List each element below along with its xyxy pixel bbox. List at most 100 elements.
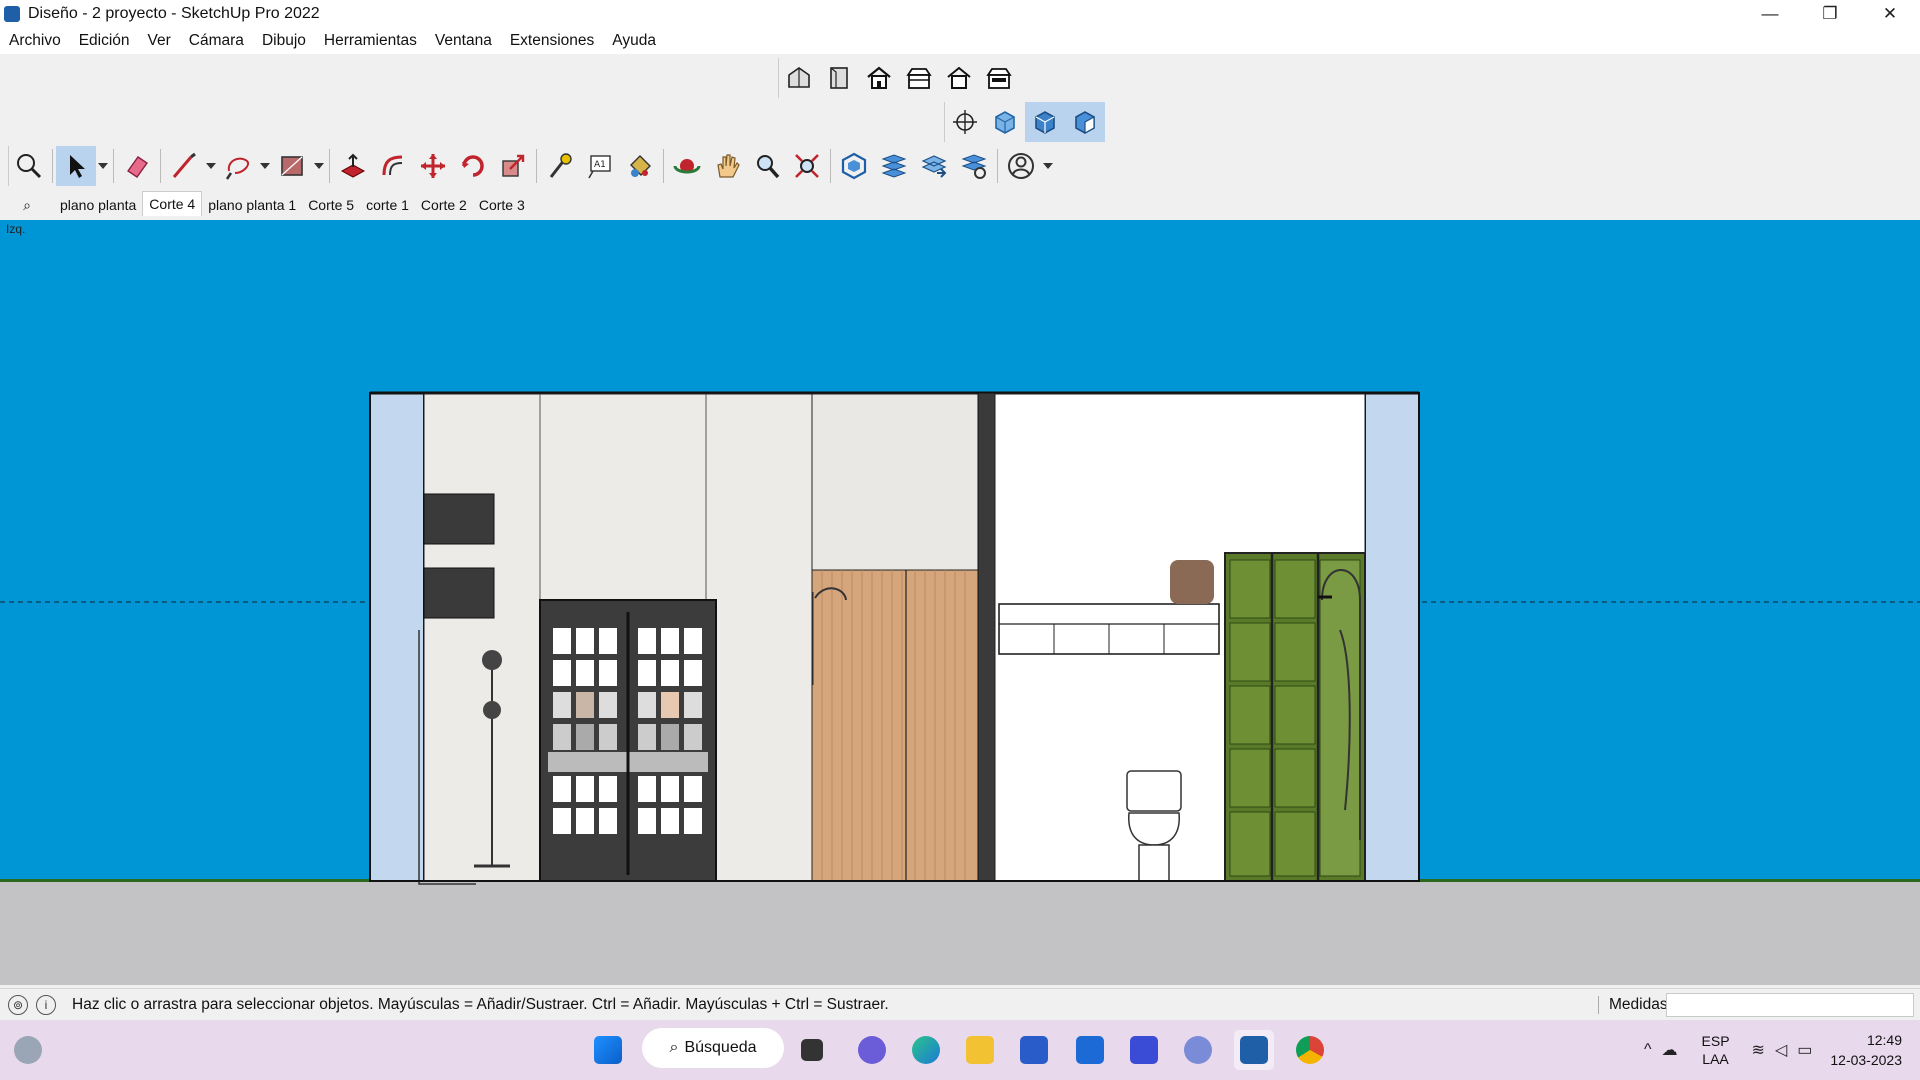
wood-panel-door [811, 569, 979, 882]
search-icon: ⌕ [669, 1039, 679, 1056]
edge-icon[interactable] [906, 1030, 946, 1070]
left-view-icon[interactable] [979, 58, 1019, 98]
left-wall [369, 392, 425, 882]
back-view-icon[interactable] [939, 58, 979, 98]
text-tool-icon[interactable]: A1 [580, 146, 620, 186]
menu-edicion[interactable]: Edición [70, 32, 139, 50]
warehouse-icon[interactable] [834, 146, 874, 186]
section-model[interactable] [0, 220, 1920, 985]
line-dropdown-icon[interactable] [204, 146, 218, 186]
front-view-icon[interactable] [859, 58, 899, 98]
freehand-tool-icon[interactable] [218, 146, 258, 186]
right-view-icon[interactable] [899, 58, 939, 98]
top-view-icon[interactable] [819, 58, 859, 98]
wall-cabinet-lower [423, 567, 495, 619]
menu-ver[interactable]: Ver [139, 32, 180, 50]
menu-ventana[interactable]: Ventana [426, 32, 501, 50]
tab-corte-4[interactable]: Corte 4 [142, 190, 203, 216]
extension-warehouse-icon[interactable] [874, 146, 914, 186]
store-icon[interactable] [1014, 1030, 1054, 1070]
iso-view-icon[interactable] [779, 58, 819, 98]
scene-search-icon[interactable]: ⌕ [0, 193, 54, 217]
push-pull-tool-icon[interactable] [333, 146, 373, 186]
freehand-dropdown-icon[interactable] [258, 146, 272, 186]
language-indicator[interactable]: ESP LAA [1702, 1032, 1730, 1068]
chrome-icon[interactable] [1290, 1030, 1330, 1070]
measurements-label: Medidas [1598, 996, 1668, 1014]
tab-plano-planta[interactable]: plano planta [54, 193, 142, 217]
shaded-style-icon[interactable] [985, 102, 1025, 142]
tray-chevron-icon[interactable]: ^ [1644, 1041, 1652, 1059]
app-icon[interactable] [1178, 1030, 1218, 1070]
scene-tabs: ⌕ plano planta Corte 4 plano planta 1 Co… [0, 190, 1920, 218]
menu-dibujo[interactable]: Dibujo [253, 32, 315, 50]
rectangle-dropdown-icon[interactable] [312, 146, 326, 186]
volume-icon[interactable]: ◁ [1775, 1040, 1787, 1060]
extension-manager-icon[interactable] [954, 146, 994, 186]
tape-measure-tool-icon[interactable] [540, 146, 580, 186]
status-message: Haz clic o arrastra para seleccionar obj… [72, 996, 889, 1013]
tab-corte-1[interactable]: corte 1 [360, 193, 415, 217]
layout-send-icon[interactable] [914, 146, 954, 186]
scale-tool-icon[interactable] [493, 146, 533, 186]
menu-camara[interactable]: Cámara [180, 32, 253, 50]
basket [1170, 560, 1214, 604]
toilet [1126, 770, 1182, 812]
styles-toolbar [944, 102, 1105, 142]
account-dropdown-icon[interactable] [1041, 146, 1055, 186]
tab-corte-5[interactable]: Corte 5 [302, 193, 360, 217]
pan-hand-tool-icon[interactable] [707, 146, 747, 186]
tab-corte-3[interactable]: Corte 3 [473, 193, 531, 217]
line-tool-icon[interactable] [164, 146, 204, 186]
file-explorer-icon[interactable] [960, 1030, 1000, 1070]
rectangle-tool-icon[interactable] [272, 146, 312, 186]
zoom-extents-tool-icon[interactable] [787, 146, 827, 186]
tab-corte-2[interactable]: Corte 2 [415, 193, 473, 217]
move-tool-icon[interactable] [413, 146, 453, 186]
main-toolbar: A1 [8, 146, 1055, 186]
autodesk-icon[interactable] [1124, 1030, 1164, 1070]
paint-bucket-tool-icon[interactable] [620, 146, 660, 186]
mail-icon[interactable] [1070, 1030, 1110, 1070]
status-bar: ⊚ i Haz clic o arrastra para seleccionar… [0, 988, 1920, 1021]
shaded-textures-style-icon[interactable] [1025, 102, 1065, 142]
select-tool-icon[interactable] [56, 146, 96, 186]
sketchup-app-icon [4, 6, 20, 22]
eraser-tool-icon[interactable] [117, 146, 157, 186]
geolocation-icon[interactable]: ⊚ [8, 995, 28, 1015]
battery-icon[interactable]: ▭ [1797, 1040, 1812, 1060]
right-wall [1364, 392, 1420, 882]
measurements-input[interactable] [1666, 993, 1914, 1017]
orbit-tool-icon[interactable] [667, 146, 707, 186]
zoom-extents-search-icon[interactable] [9, 146, 49, 186]
taskbar: ⌕ Búsqueda ^ ☁ ESP LAA ≋ ◁ ▭ 12:49 12-03-20… [0, 1020, 1920, 1080]
account-icon[interactable] [1001, 146, 1041, 186]
views-toolbar [778, 58, 1019, 98]
drawing-viewport[interactable]: Izq. [0, 220, 1920, 985]
zoom-tool-icon[interactable] [747, 146, 787, 186]
menu-extensiones[interactable]: Extensiones [501, 32, 603, 50]
rotate-tool-icon[interactable] [453, 146, 493, 186]
offset-tool-icon[interactable] [373, 146, 413, 186]
system-tray: ^ ☁ ESP LAA ≋ ◁ ▭ 12:49 12-03-2023 [1644, 1020, 1920, 1080]
tab-plano-planta-1[interactable]: plano planta 1 [202, 193, 302, 217]
onedrive-icon[interactable]: ☁ [1662, 1040, 1678, 1060]
menu-archivo[interactable]: Archivo [0, 32, 70, 50]
widgets-icon[interactable] [8, 1030, 48, 1070]
close-button[interactable]: ✕ [1860, 0, 1920, 28]
info-icon[interactable]: i [36, 995, 56, 1015]
taskbar-search[interactable]: ⌕ Búsqueda [642, 1028, 784, 1068]
xray-style-icon[interactable] [945, 102, 985, 142]
clock[interactable]: 12:49 12-03-2023 [1830, 1030, 1902, 1070]
wifi-icon[interactable]: ≋ [1752, 1040, 1765, 1060]
restore-button[interactable]: ❐ [1800, 0, 1860, 28]
menu-herramientas[interactable]: Herramientas [315, 32, 426, 50]
menu-ayuda[interactable]: Ayuda [603, 32, 665, 50]
teams-chat-icon[interactable] [852, 1030, 892, 1070]
task-view-icon[interactable] [792, 1030, 832, 1070]
select-dropdown-icon[interactable] [96, 146, 110, 186]
minimize-button[interactable]: — [1740, 0, 1800, 28]
sketchup-taskbar-icon[interactable] [1234, 1030, 1274, 1070]
start-button-icon[interactable] [588, 1030, 628, 1070]
monochrome-style-icon[interactable] [1065, 102, 1105, 142]
